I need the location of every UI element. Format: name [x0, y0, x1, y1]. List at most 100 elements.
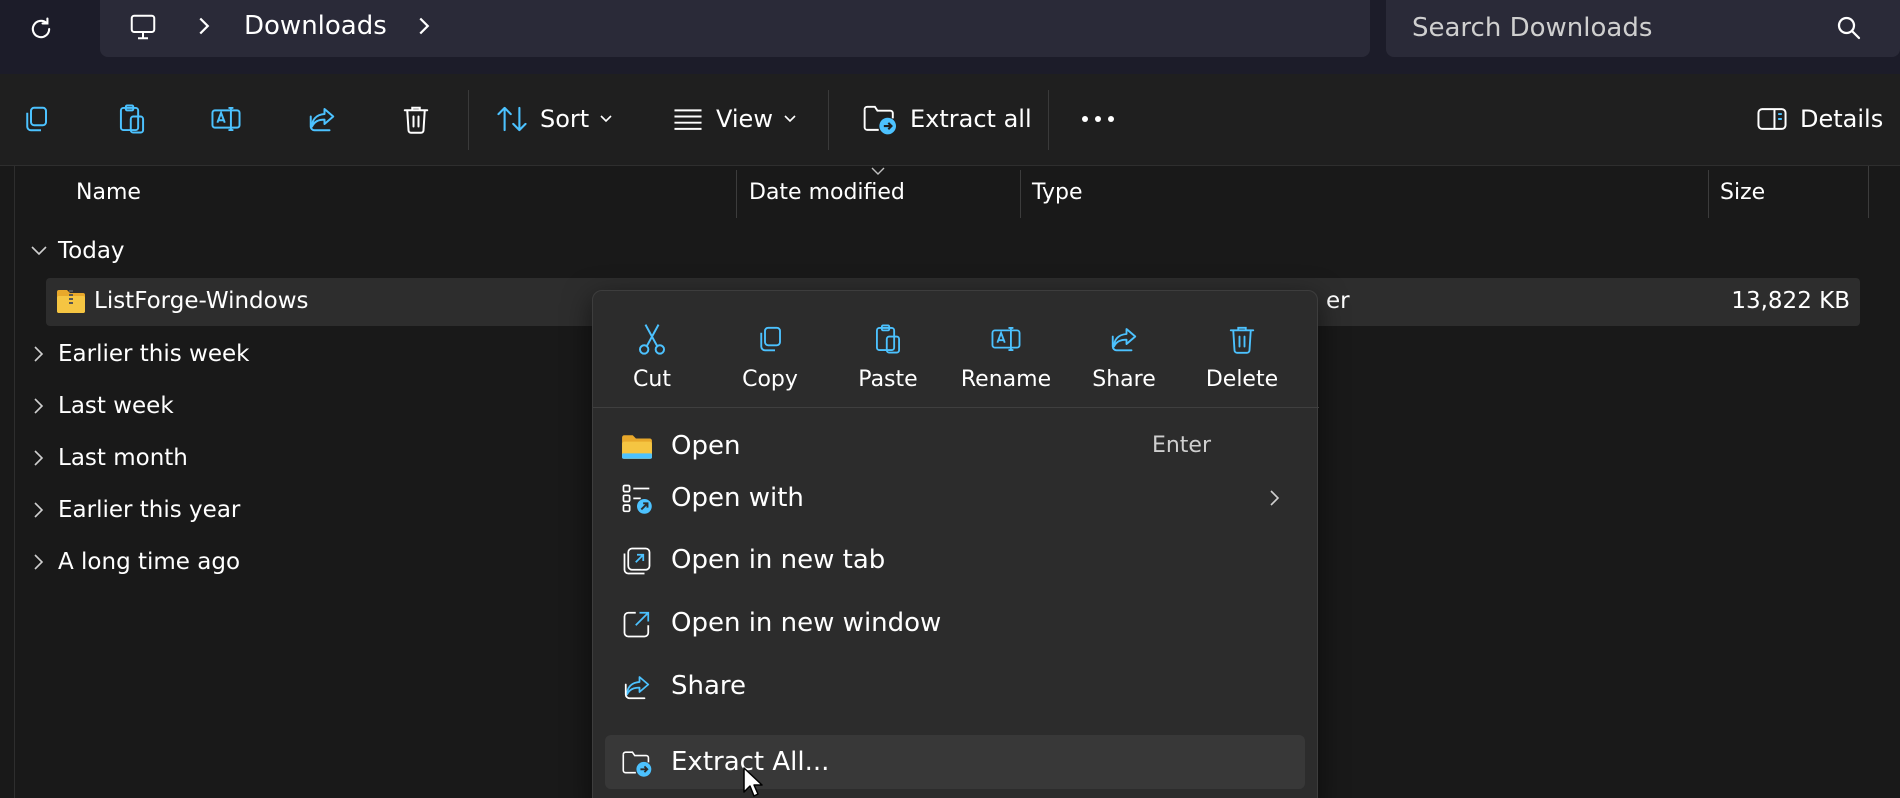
- chevron-right-icon[interactable]: [28, 343, 50, 365]
- menu-item-label: Open: [671, 431, 741, 461]
- pane-border: [14, 166, 15, 798]
- menu-item-shortcut: Enter: [1151, 433, 1211, 458]
- details-pane-icon: [1757, 108, 1787, 130]
- more-icon: [1082, 116, 1114, 122]
- group-label: Last month: [58, 445, 188, 471]
- toolbar-divider: [468, 90, 469, 150]
- scissors-icon: [634, 321, 670, 357]
- toolbar-divider: [1048, 90, 1049, 150]
- chevron-right-icon[interactable]: [28, 395, 50, 417]
- paste-button[interactable]: Paste: [829, 301, 947, 405]
- menu-item-open[interactable]: Open Enter: [605, 419, 1305, 473]
- column-divider[interactable]: [736, 170, 737, 218]
- new-tab-icon: [621, 545, 653, 577]
- column-header-name[interactable]: Name: [76, 180, 141, 205]
- delete-button[interactable]: [396, 94, 436, 144]
- extract-all-button[interactable]: Extract all: [862, 94, 1032, 144]
- share-button[interactable]: [302, 94, 342, 144]
- chevron-right-icon[interactable]: [28, 499, 50, 521]
- menu-item-open-in-new-tab[interactable]: Open in new tab: [605, 533, 1305, 587]
- chevron-right-icon: [1270, 490, 1280, 506]
- menu-item-open-in-new-window[interactable]: Open in new window: [605, 596, 1305, 650]
- chevron-right-icon[interactable]: [28, 551, 50, 573]
- refresh-icon: [31, 17, 51, 39]
- extract-all-label: Extract all: [910, 105, 1032, 133]
- trash-icon: [403, 106, 429, 134]
- share-icon: [309, 108, 335, 132]
- copy-button[interactable]: [16, 94, 56, 144]
- sort-icon: [497, 106, 527, 132]
- menu-item-label: Open in new tab: [671, 545, 886, 575]
- menu-item-label: Share: [671, 671, 747, 701]
- search-input[interactable]: [1412, 11, 1812, 45]
- group-label: A long time ago: [58, 549, 241, 575]
- column-header-date-modified[interactable]: Date modified: [749, 180, 905, 205]
- quick-action-label: Copy: [742, 367, 798, 392]
- quick-action-label: Delete: [1205, 367, 1279, 392]
- refresh-button[interactable]: [20, 8, 62, 50]
- quick-action-label: Share: [1092, 367, 1156, 392]
- sort-indicator-icon: [871, 167, 885, 175]
- copy-icon: [752, 321, 788, 357]
- breadcrumb-chevron-icon[interactable]: [192, 14, 216, 38]
- rename-icon: [988, 321, 1024, 357]
- quick-action-label: Rename: [960, 367, 1052, 392]
- rename-button[interactable]: [206, 94, 246, 144]
- more-options-button[interactable]: [1078, 94, 1118, 144]
- command-bar: Sort View Extract all Details: [0, 74, 1900, 166]
- view-label: View: [716, 105, 773, 133]
- sort-button[interactable]: Sort: [496, 94, 613, 144]
- menu-item-label: Open with: [671, 483, 804, 513]
- address-bar: Downloads: [0, 0, 1900, 74]
- search-box[interactable]: [1386, 0, 1900, 57]
- zip-folder-icon: [57, 290, 85, 313]
- menu-item-open-with[interactable]: Open with: [605, 471, 1305, 525]
- group-label: Today: [58, 238, 125, 264]
- menu-divider: [593, 407, 1319, 408]
- view-list-icon: [674, 109, 702, 130]
- chevron-right-icon[interactable]: [28, 447, 50, 469]
- column-header-size[interactable]: Size: [1720, 180, 1765, 205]
- column-header-row: Name Date modified Type Size: [0, 166, 1900, 218]
- view-button[interactable]: View: [672, 94, 797, 144]
- toolbar-divider: [828, 90, 829, 150]
- column-divider[interactable]: [1020, 170, 1021, 218]
- breadcrumb-chevron-icon[interactable]: [412, 14, 436, 38]
- group-label: Last week: [58, 393, 174, 419]
- menu-item-share[interactable]: Share: [605, 659, 1305, 713]
- paste-button[interactable]: [112, 94, 152, 144]
- quick-actions-row: Cut Copy Paste Rename Share Delete: [593, 301, 1319, 405]
- search-icon[interactable]: [1834, 13, 1864, 43]
- menu-item-extract-all[interactable]: Extract All...: [605, 735, 1305, 789]
- new-window-icon: [621, 608, 653, 640]
- group-last-week[interactable]: Last week: [28, 388, 174, 424]
- group-long-time-ago[interactable]: A long time ago: [28, 544, 240, 580]
- group-today[interactable]: Today: [28, 233, 125, 269]
- delete-button[interactable]: Delete: [1183, 301, 1301, 405]
- group-last-month[interactable]: Last month: [28, 440, 188, 476]
- chevron-down-icon: [784, 115, 796, 123]
- chevron-down-icon[interactable]: [28, 240, 50, 262]
- column-divider[interactable]: [1708, 170, 1709, 218]
- breadcrumb-downloads[interactable]: Downloads: [244, 11, 387, 41]
- column-header-type[interactable]: Type: [1032, 180, 1083, 205]
- folder-icon: [621, 431, 653, 463]
- group-earlier-this-week[interactable]: Earlier this week: [28, 336, 250, 372]
- share-button[interactable]: Share: [1065, 301, 1183, 405]
- group-label: Earlier this week: [58, 341, 250, 367]
- context-menu: Cut Copy Paste Rename Share Delete Open …: [592, 290, 1319, 798]
- extract-icon: [863, 105, 896, 135]
- breadcrumb[interactable]: Downloads: [100, 0, 1370, 57]
- chevron-down-icon: [600, 115, 612, 123]
- group-earlier-this-year[interactable]: Earlier this year: [28, 492, 240, 528]
- details-pane-button[interactable]: Details: [1756, 94, 1883, 144]
- rename-button[interactable]: Rename: [947, 301, 1065, 405]
- copy-button[interactable]: Copy: [711, 301, 829, 405]
- cut-button[interactable]: Cut: [593, 301, 711, 405]
- quick-action-label: Paste: [858, 367, 918, 392]
- mouse-cursor-icon: [743, 767, 763, 797]
- quick-action-label: Cut: [633, 367, 671, 392]
- column-divider[interactable]: [1868, 166, 1869, 218]
- file-type: er: [1326, 288, 1350, 314]
- this-pc-icon[interactable]: [126, 10, 160, 44]
